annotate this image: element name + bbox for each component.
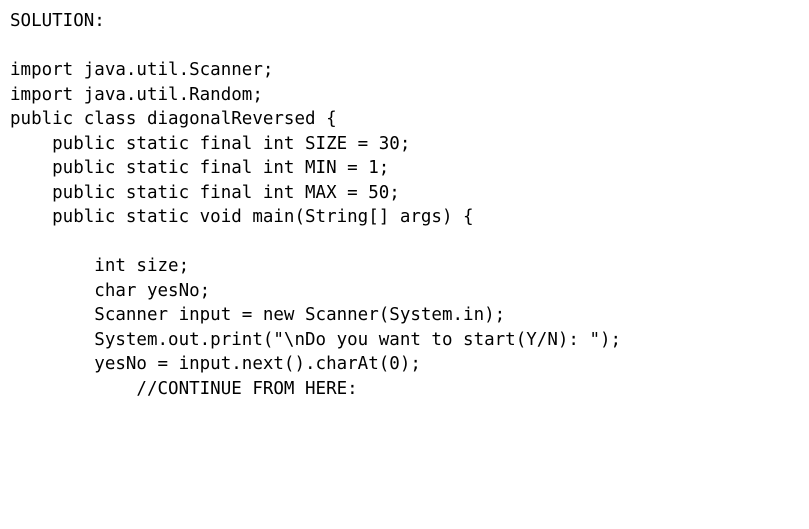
code-line: char yesNo;: [10, 280, 211, 301]
code-line: int size;: [10, 256, 190, 276]
code-line: import java.util.Random;: [10, 84, 263, 105]
code-line: import java.util.Scanner;: [10, 60, 274, 80]
code-page: SOLUTION: import java.util.Scanner; import…: [0, 0, 809, 529]
source-code: SOLUTION: import java.util.Scanner; import…: [10, 9, 809, 401]
source-code-block[interactable]: SOLUTION: import java.util.Scanner; import…: [10, 9, 809, 401]
code-line: public static final int MAX = 50;: [10, 182, 400, 203]
code-line: public static final int MIN = 1;: [10, 158, 390, 178]
code-line: public static void main(String[] args) {: [10, 207, 474, 227]
code-line: System.out.print("\nDo you want to start…: [10, 329, 622, 350]
code-line: SOLUTION:: [10, 11, 105, 31]
code-line: public static final int SIZE = 30;: [10, 133, 411, 154]
code-line: //CONTINUE FROM HERE:: [10, 378, 358, 399]
code-line: yesNo = input.next().charAt(0);: [10, 354, 421, 374]
code-line: Scanner input = new Scanner(System.in);: [10, 305, 506, 325]
code-line: public class diagonalReversed {: [10, 109, 337, 129]
